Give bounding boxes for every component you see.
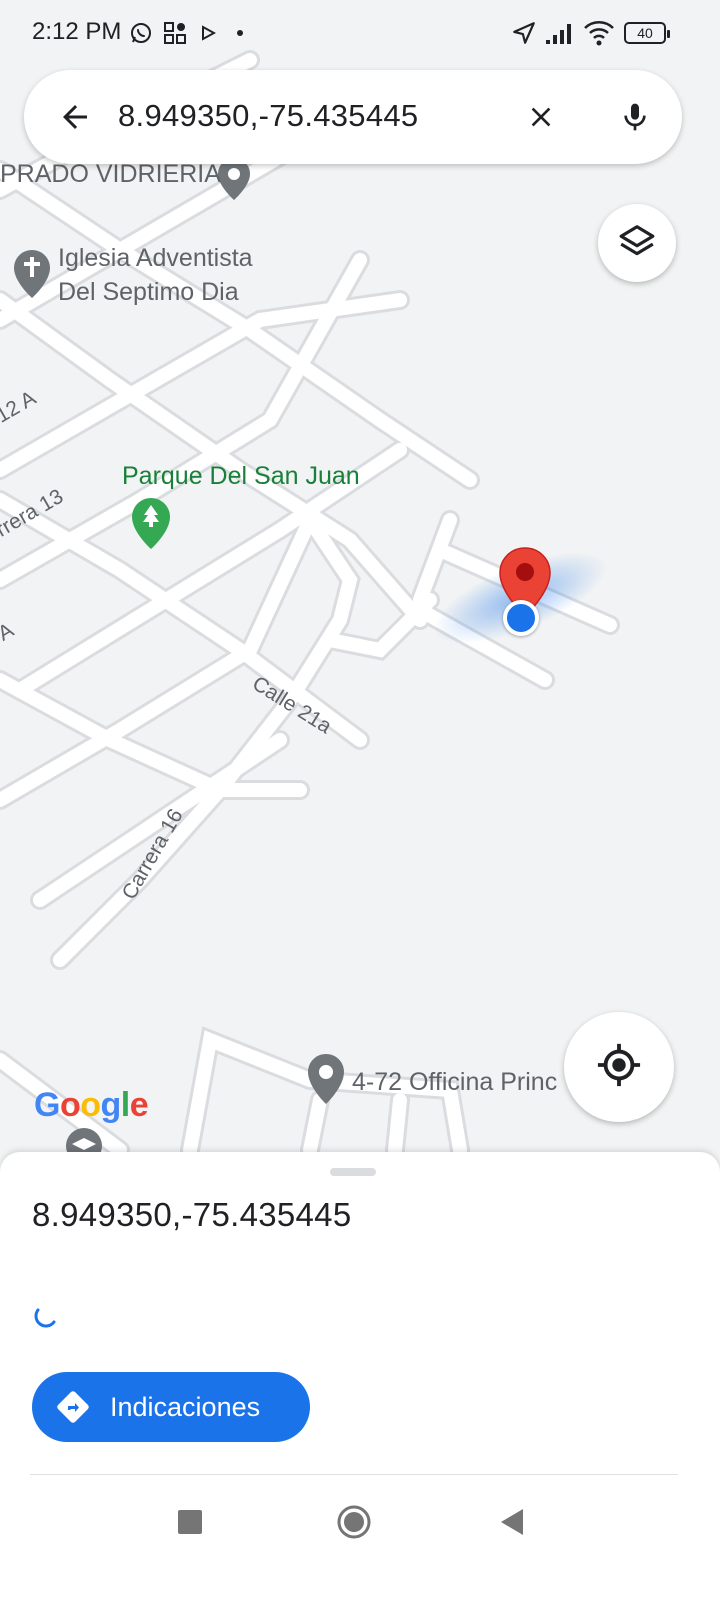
search-input[interactable]: 8.949350,-75.435445: [118, 98, 418, 134]
signal-icon: [544, 18, 576, 48]
sheet-title: 8.949350,-75.435445: [32, 1196, 352, 1233]
layers-icon: [618, 222, 656, 265]
office-pin-icon[interactable]: [306, 1052, 346, 1108]
close-icon[interactable]: [516, 92, 566, 142]
mic-icon[interactable]: [610, 92, 660, 142]
system-nav-bar: [0, 1480, 720, 1600]
sheet-drag-handle[interactable]: [330, 1168, 376, 1176]
location-arrow-icon: [510, 18, 538, 48]
back-arrow-icon[interactable]: [50, 92, 100, 142]
google-logo: Google: [34, 1086, 149, 1124]
place-label-office[interactable]: 4-72 Officina Princ: [352, 1066, 557, 1099]
wifi-icon: [582, 18, 616, 48]
home-circle-icon[interactable]: [326, 1494, 382, 1550]
loading-spinner: [34, 1302, 60, 1328]
battery-icon: 40: [624, 22, 670, 44]
my-location-dot: [503, 600, 539, 636]
search-bar[interactable]: 8.949350,-75.435445: [24, 70, 682, 164]
play-icon: [198, 18, 218, 48]
church-pin-icon[interactable]: [12, 248, 52, 300]
layers-button[interactable]: [598, 204, 676, 282]
place-label-iglesia-2[interactable]: Del Septimo Dia: [58, 276, 239, 309]
whatsapp-icon: [128, 18, 154, 48]
recents-square-icon[interactable]: [162, 1494, 218, 1550]
directions-label: Indicaciones: [110, 1392, 261, 1422]
park-tree-pin-icon[interactable]: [130, 496, 172, 552]
my-location-button[interactable]: [564, 1012, 674, 1122]
qr-app-icon: [162, 18, 188, 48]
map-view[interactable]: PRADO VIDRIERIA Iglesia Adventista Del S…: [0, 0, 720, 1180]
dot-icon: [234, 18, 246, 48]
sheet-divider: [30, 1474, 678, 1475]
directions-icon: [56, 1390, 90, 1424]
place-label-parque[interactable]: Parque Del San Juan: [122, 460, 360, 493]
status-bar: 2:12 PM 40: [0, 0, 720, 66]
my-location-icon: [596, 1042, 642, 1093]
back-triangle-icon[interactable]: [484, 1494, 540, 1550]
directions-button[interactable]: Indicaciones: [32, 1372, 310, 1442]
place-label-iglesia-1[interactable]: Iglesia Adventista: [58, 242, 253, 275]
status-time: 2:12 PM: [32, 18, 122, 45]
